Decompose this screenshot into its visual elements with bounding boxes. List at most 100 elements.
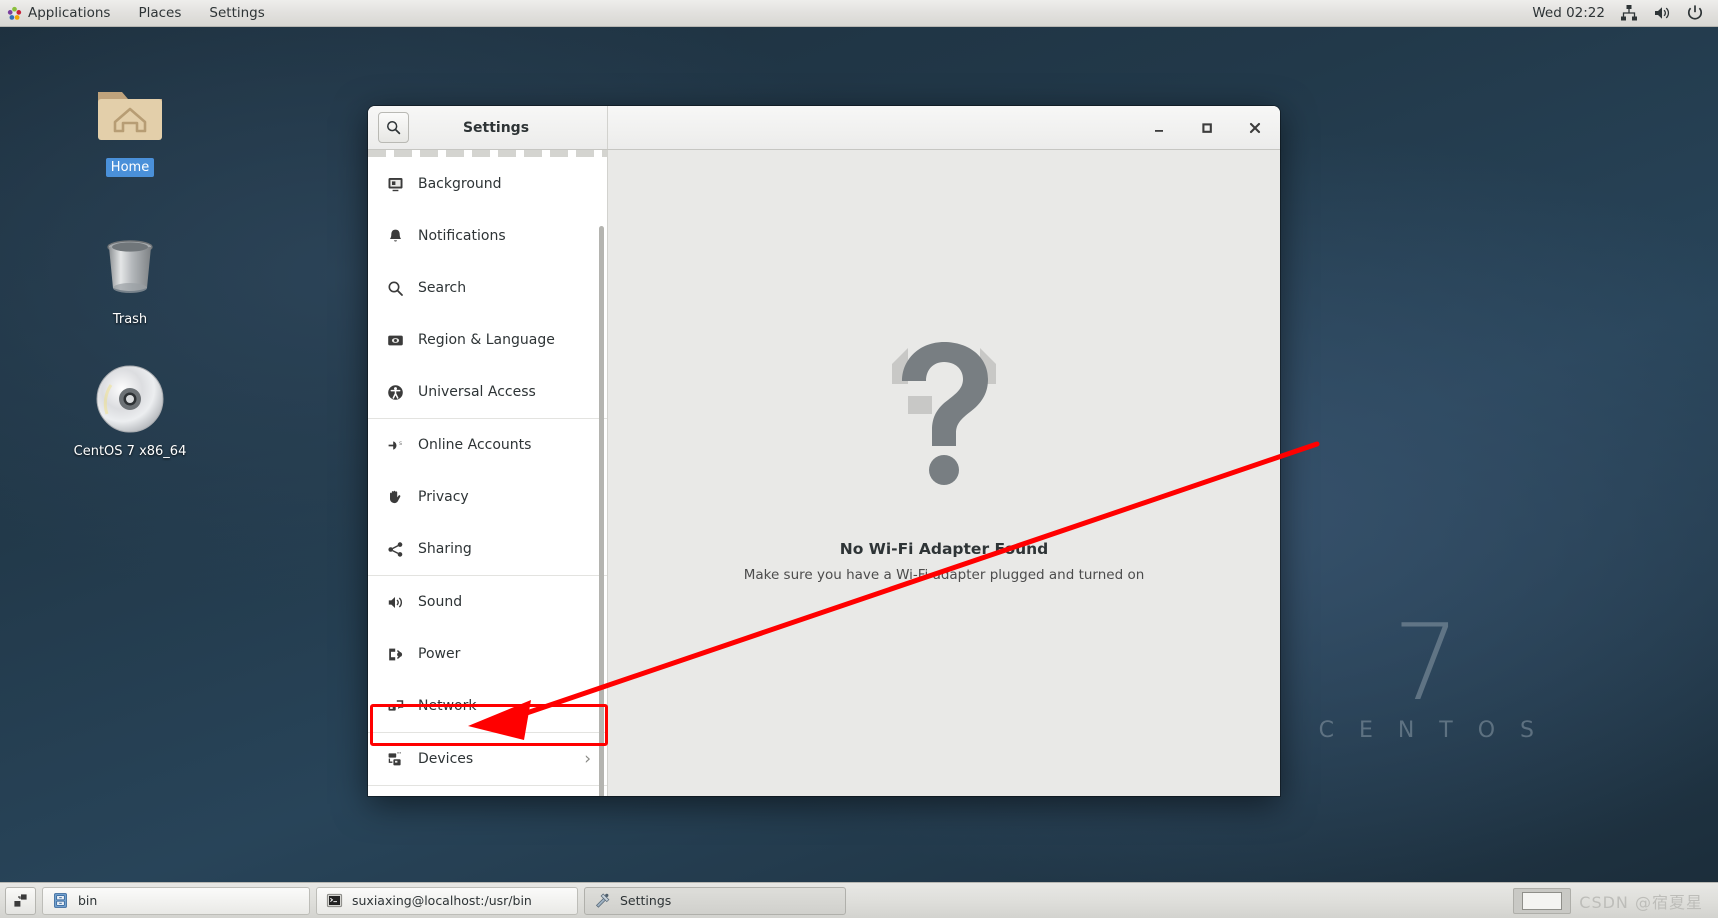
network-wired-icon[interactable] xyxy=(1620,4,1638,22)
desktop-icon-cdrom-label: CentOS 7 x86_64 xyxy=(73,444,187,459)
task-button-terminal[interactable]: suxiaxing@localhost:/usr/bin xyxy=(316,886,578,915)
task-button-terminal-label: suxiaxing@localhost:/usr/bin xyxy=(352,893,532,908)
online-accounts-icon: s xyxy=(386,436,404,454)
wifi-empty-state: No Wi-Fi Adapter Found Make sure you hav… xyxy=(743,334,1145,583)
maximize-button[interactable] xyxy=(1194,115,1220,141)
sidebar-item-universal-access-label: Universal Access xyxy=(418,384,536,400)
desktop: Applications Places Settings Wed 02:22 H… xyxy=(0,0,1718,918)
menu-places[interactable]: Places xyxy=(124,0,195,27)
settings-sidebar: Background Notifications Search Region &… xyxy=(368,150,608,796)
desktop-icon-home-label: Home xyxy=(105,158,155,177)
sidebar-item-privacy[interactable]: Privacy xyxy=(368,471,607,523)
sidebar-item-universal-access[interactable]: Universal Access xyxy=(368,366,607,418)
sidebar-item-power[interactable]: Power xyxy=(368,628,607,680)
titlebar-left-section: Settings xyxy=(368,106,608,149)
home-folder-icon xyxy=(93,78,167,152)
settings-main-panel: No Wi-Fi Adapter Found Make sure you hav… xyxy=(608,150,1280,796)
applications-icon xyxy=(7,6,22,20)
desktop-icon-cdrom[interactable]: CentOS 7 x86_64 xyxy=(65,362,195,461)
centos-name: C E N T O S xyxy=(1318,718,1543,743)
sidebar-item-notifications-label: Notifications xyxy=(418,228,506,244)
taskbar: bin suxiaxing@localhost:/usr/bin Setting… xyxy=(0,882,1718,918)
watermark: CSDN @宿夏星 xyxy=(1579,892,1703,912)
sidebar-item-region-language-label: Region & Language xyxy=(418,332,555,348)
sidebar-item-sharing-label: Sharing xyxy=(418,541,472,557)
devices-icon xyxy=(386,750,404,768)
search-icon xyxy=(386,279,404,297)
window-title: Settings xyxy=(462,119,530,136)
sidebar-item-devices-label: Devices xyxy=(418,751,474,767)
sidebar-item-details[interactable]: Details › xyxy=(368,786,607,796)
network-icon xyxy=(386,697,404,715)
share-icon xyxy=(386,540,404,558)
task-button-settings-label: Settings xyxy=(620,893,672,908)
menu-settings-label: Settings xyxy=(209,4,265,21)
window-titlebar[interactable]: Settings xyxy=(368,106,1280,150)
task-button-bin-label: bin xyxy=(78,893,98,908)
trash-icon xyxy=(93,230,167,304)
task-button-settings[interactable]: Settings xyxy=(584,886,846,915)
chevron-right-icon: › xyxy=(584,748,591,769)
maximize-icon xyxy=(1202,122,1212,133)
workspace-page-1[interactable] xyxy=(1522,891,1563,910)
close-icon xyxy=(1249,122,1261,133)
sidebar-item-background-label: Background xyxy=(418,176,502,192)
search-button[interactable] xyxy=(378,112,409,143)
minimize-icon xyxy=(1155,129,1163,132)
window-controls xyxy=(608,106,1280,149)
svg-text:s: s xyxy=(399,440,402,447)
sidebar-item-search[interactable]: Search xyxy=(368,262,607,314)
cdrom-icon xyxy=(93,362,167,436)
desktop-icon-home[interactable]: Home xyxy=(65,78,195,177)
sidebar-item-online-accounts[interactable]: s Online Accounts xyxy=(368,419,607,471)
sidebar-list: Background Notifications Search Region &… xyxy=(368,150,607,796)
settings-tools-icon xyxy=(595,893,610,908)
hand-icon xyxy=(386,488,404,506)
sidebar-item-notifications[interactable]: Notifications xyxy=(368,210,607,262)
menu-places-label: Places xyxy=(138,4,182,21)
power-plug-icon xyxy=(386,645,404,663)
menu-applications-label: Applications xyxy=(28,4,111,21)
empty-state-subtitle: Make sure you have a Wi-Fi adapter plugg… xyxy=(743,566,1145,583)
menu-settings[interactable]: Settings xyxy=(195,0,278,27)
show-desktop-icon xyxy=(14,894,27,907)
desktop-icon-trash[interactable]: Trash xyxy=(65,230,195,329)
show-desktop-button[interactable] xyxy=(5,886,36,915)
top-bar-status-area: Wed 02:22 xyxy=(1532,4,1718,22)
sidebar-item-privacy-label: Privacy xyxy=(418,489,469,505)
speaker-icon xyxy=(386,593,404,611)
sidebar-item-sound[interactable]: Sound xyxy=(368,576,607,628)
sidebar-item-search-label: Search xyxy=(418,280,467,296)
region-icon xyxy=(386,331,404,349)
workspace-pager[interactable] xyxy=(1513,887,1572,914)
question-mark-icon xyxy=(891,341,996,485)
monitor-icon xyxy=(386,175,404,193)
menu-applications[interactable]: Applications xyxy=(0,0,124,27)
centos-version: 7 xyxy=(1392,602,1460,725)
taskbar-status-area: CSDN @宿夏星 xyxy=(1513,887,1713,914)
search-icon xyxy=(387,121,401,135)
minimize-button[interactable] xyxy=(1146,115,1172,141)
sidebar-item-online-accounts-label: Online Accounts xyxy=(418,437,532,453)
sidebar-item-sound-label: Sound xyxy=(418,594,463,610)
sidebar-scrollbar[interactable] xyxy=(599,226,604,796)
sidebar-item-power-label: Power xyxy=(418,646,461,662)
desktop-icon-trash-label: Trash xyxy=(112,312,148,327)
power-icon[interactable] xyxy=(1686,4,1704,22)
terminal-icon xyxy=(326,893,343,908)
close-button[interactable] xyxy=(1242,115,1268,141)
sidebar-item-region-language[interactable]: Region & Language xyxy=(368,314,607,366)
sidebar-item-devices[interactable]: Devices › xyxy=(368,733,607,785)
sidebar-item-background[interactable]: Background xyxy=(368,158,607,210)
sidebar-item-network-label: Network xyxy=(418,698,477,714)
empty-state-title: No Wi-Fi Adapter Found xyxy=(839,539,1049,558)
file-manager-icon xyxy=(54,893,67,908)
sidebar-item-sharing[interactable]: Sharing xyxy=(368,523,607,575)
accessibility-icon xyxy=(386,383,404,401)
task-button-bin[interactable]: bin xyxy=(42,886,310,915)
volume-icon[interactable] xyxy=(1653,4,1671,22)
clock[interactable]: Wed 02:22 xyxy=(1532,5,1605,21)
sidebar-item-network[interactable]: Network xyxy=(368,680,607,732)
centos-branding: 7 C E N T O S xyxy=(1310,602,1543,743)
bell-icon xyxy=(386,227,404,245)
